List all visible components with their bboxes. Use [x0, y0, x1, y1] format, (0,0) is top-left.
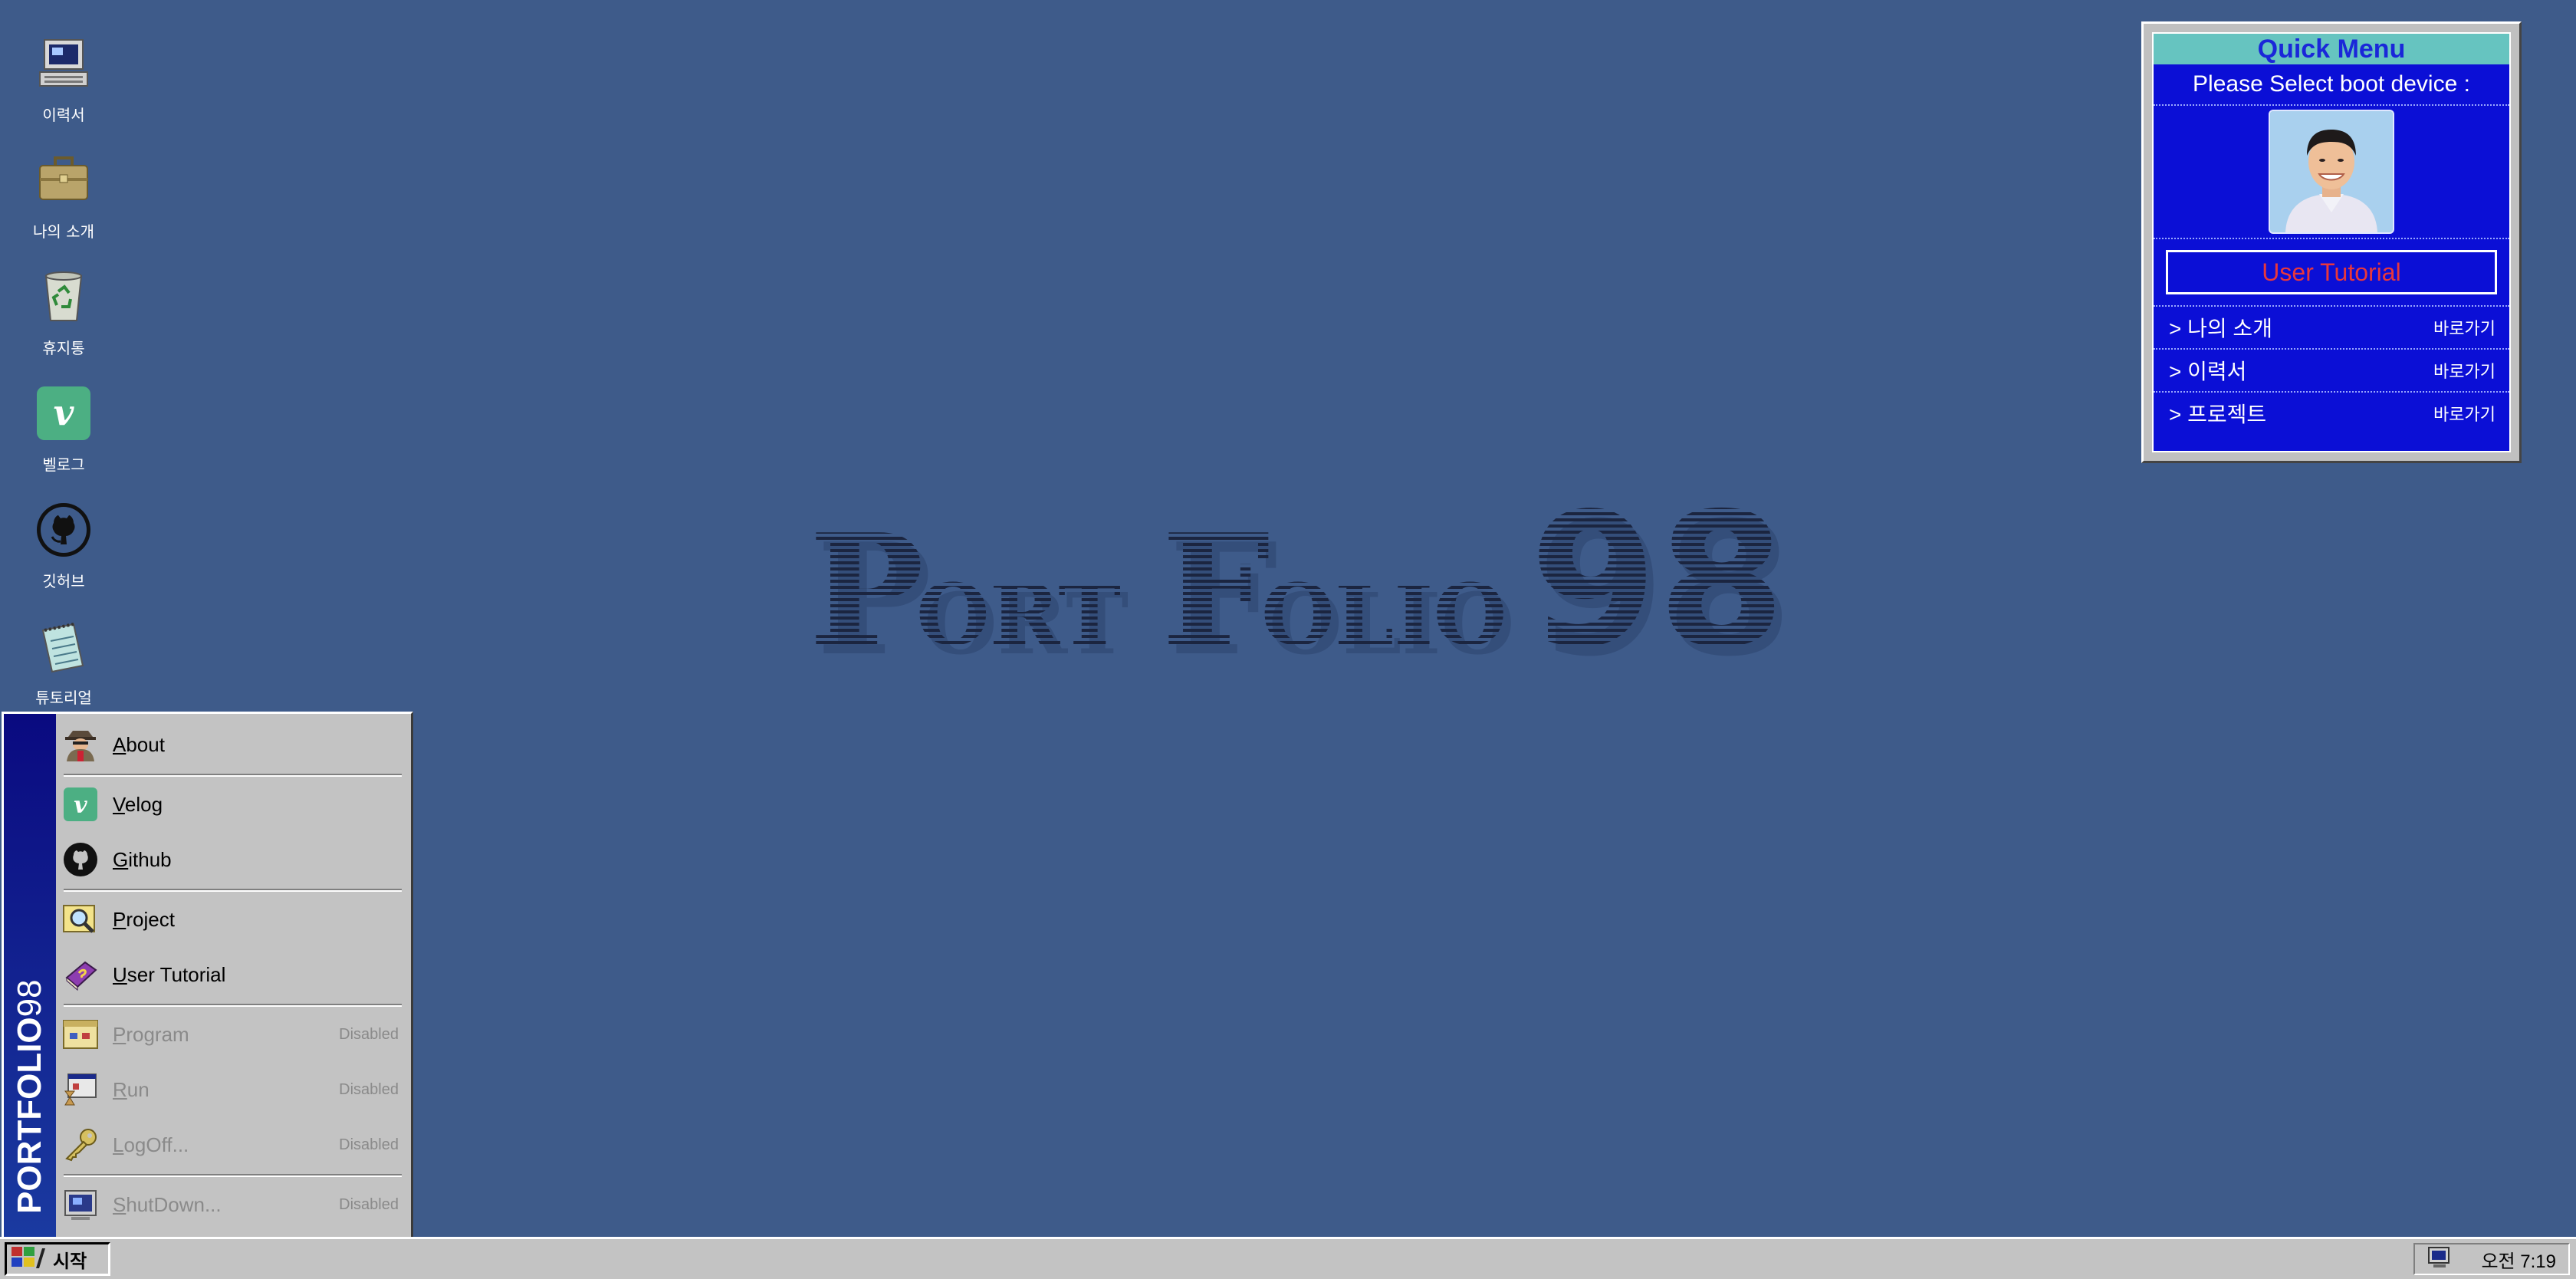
- desktop-icon-github[interactable]: 깃허브: [17, 500, 110, 591]
- velog-icon: v: [34, 383, 94, 443]
- github-icon: [34, 500, 94, 560]
- notepad-icon: [34, 616, 94, 676]
- start-item-label: Project: [113, 907, 175, 931]
- start-item-label: Program: [113, 1022, 189, 1046]
- start-item-project[interactable]: Project: [61, 892, 405, 947]
- profile-photo-area: [2154, 106, 2509, 239]
- quick-menu-item-project[interactable]: > 프로젝트 바로가기: [2154, 393, 2509, 434]
- start-item-label: Run: [113, 1077, 150, 1101]
- watermark-f: F: [1162, 506, 1270, 675]
- computer-icon: [34, 34, 94, 94]
- windows-logo-icon: [12, 1245, 47, 1273]
- desktop-icon-tutorial[interactable]: 튜토리얼: [17, 616, 110, 708]
- disabled-status: Disabled: [339, 1195, 399, 1213]
- desktop-icon-label: 튜토리얼: [35, 689, 92, 707]
- briefcase-icon: [34, 150, 94, 210]
- program-icon: [61, 1014, 100, 1054]
- quick-menu-item-label: > 프로젝트: [2169, 403, 2267, 426]
- start-item-logoff: LogOff... Disabled: [61, 1117, 405, 1172]
- start-item-label: About: [113, 732, 165, 756]
- banner-title: PORTFOLIO: [11, 1017, 48, 1214]
- magnifier-icon: [61, 899, 100, 939]
- desktop-icon-label: 벨로그: [42, 455, 85, 474]
- user-tutorial-button[interactable]: User Tutorial: [2166, 250, 2497, 294]
- shortcut-link[interactable]: 바로가기: [2433, 358, 2496, 383]
- disabled-status: Disabled: [339, 1080, 399, 1098]
- quick-menu-panel: Quick Menu Please Select boot device : U…: [2152, 32, 2511, 452]
- quick-menu-item-label: > 나의 소개: [2169, 317, 2272, 340]
- desktop-icon-resume[interactable]: 이력서: [17, 34, 110, 125]
- velog-icon: v: [61, 784, 100, 824]
- svg-text:v: v: [54, 392, 75, 433]
- svg-text:v: v: [74, 792, 87, 819]
- disabled-status: Disabled: [339, 1025, 399, 1043]
- start-button[interactable]: 시작: [5, 1242, 110, 1276]
- tutorial-button-area: User Tutorial: [2154, 239, 2509, 307]
- taskbar-clock: 오전 7:19: [2481, 1251, 2556, 1272]
- start-item-program: Program Disabled: [61, 1007, 405, 1062]
- quick-menu-item-label: > 이력서: [2169, 360, 2247, 383]
- shutdown-icon: [61, 1185, 100, 1225]
- start-item-user-tutorial[interactable]: User Tutorial: [61, 947, 405, 1002]
- quick-menu-item-resume[interactable]: > 이력서 바로가기: [2154, 350, 2509, 393]
- portfolio98-watermark: P ORT F OLIO 98 P ORT F OLIO 98: [809, 506, 1790, 675]
- boot-device-prompt: Please Select boot device :: [2154, 64, 2509, 106]
- watermark-ort: ORT: [916, 565, 1121, 664]
- quick-menu-title: Quick Menu: [2154, 34, 2509, 64]
- start-item-about[interactable]: About: [61, 717, 405, 772]
- github-icon: [61, 840, 100, 880]
- start-item-velog[interactable]: v Velog: [61, 777, 405, 832]
- start-item-label: Velog: [113, 792, 163, 816]
- profile-photo: [2269, 110, 2394, 234]
- taskbar: 시작 오전 7:19: [0, 1237, 2576, 1279]
- watermark-olio: OLIO: [1261, 565, 1506, 664]
- watermark-98: 98: [1530, 506, 1786, 675]
- book-icon: [61, 955, 100, 995]
- spy-icon: [61, 725, 100, 764]
- desktop-icon-label: 깃허브: [42, 572, 85, 590]
- start-item-label: LogOff...: [113, 1133, 189, 1156]
- start-item-label: Github: [113, 847, 172, 871]
- start-menu-banner: PORTFOLIO98: [4, 714, 56, 1237]
- banner-number: 98: [11, 979, 48, 1018]
- start-item-label: User Tutorial: [113, 962, 226, 986]
- start-item-run: Run Disabled: [61, 1062, 405, 1117]
- quick-menu-item-about[interactable]: > 나의 소개 바로가기: [2154, 307, 2509, 350]
- start-button-label: 시작: [53, 1251, 87, 1272]
- desktop-icon-label: 이력서: [42, 106, 85, 124]
- desktop-icon-about-me[interactable]: 나의 소개: [17, 150, 110, 242]
- watermark-p: P: [809, 506, 924, 675]
- key-icon: [61, 1125, 100, 1165]
- start-item-label: ShutDown...: [113, 1192, 222, 1216]
- start-item-github[interactable]: Github: [61, 832, 405, 887]
- system-tray: 오전 7:19: [2413, 1243, 2570, 1275]
- start-item-shutdown: ShutDown... Disabled: [61, 1177, 405, 1232]
- quick-menu-window: Quick Menu Please Select boot device : U…: [2141, 21, 2522, 463]
- desktop-icon-label: 휴지통: [42, 339, 85, 357]
- start-menu: PORTFOLIO98 About v Velog Github Project…: [2, 712, 413, 1239]
- shortcut-link[interactable]: 바로가기: [2433, 401, 2496, 426]
- recycle-bin-icon: [34, 267, 94, 327]
- run-icon: [61, 1070, 100, 1110]
- desktop-icon-velog[interactable]: v 벨로그: [17, 383, 110, 475]
- desktop-icon-label: 나의 소개: [33, 222, 94, 241]
- desktop-icon-recycle-bin[interactable]: 휴지통: [17, 267, 110, 358]
- disabled-status: Disabled: [339, 1136, 399, 1153]
- shortcut-link[interactable]: 바로가기: [2433, 315, 2496, 340]
- network-monitor-icon[interactable]: [2426, 1246, 2453, 1272]
- start-menu-items: About v Velog Github Project User Tutori…: [56, 714, 411, 1237]
